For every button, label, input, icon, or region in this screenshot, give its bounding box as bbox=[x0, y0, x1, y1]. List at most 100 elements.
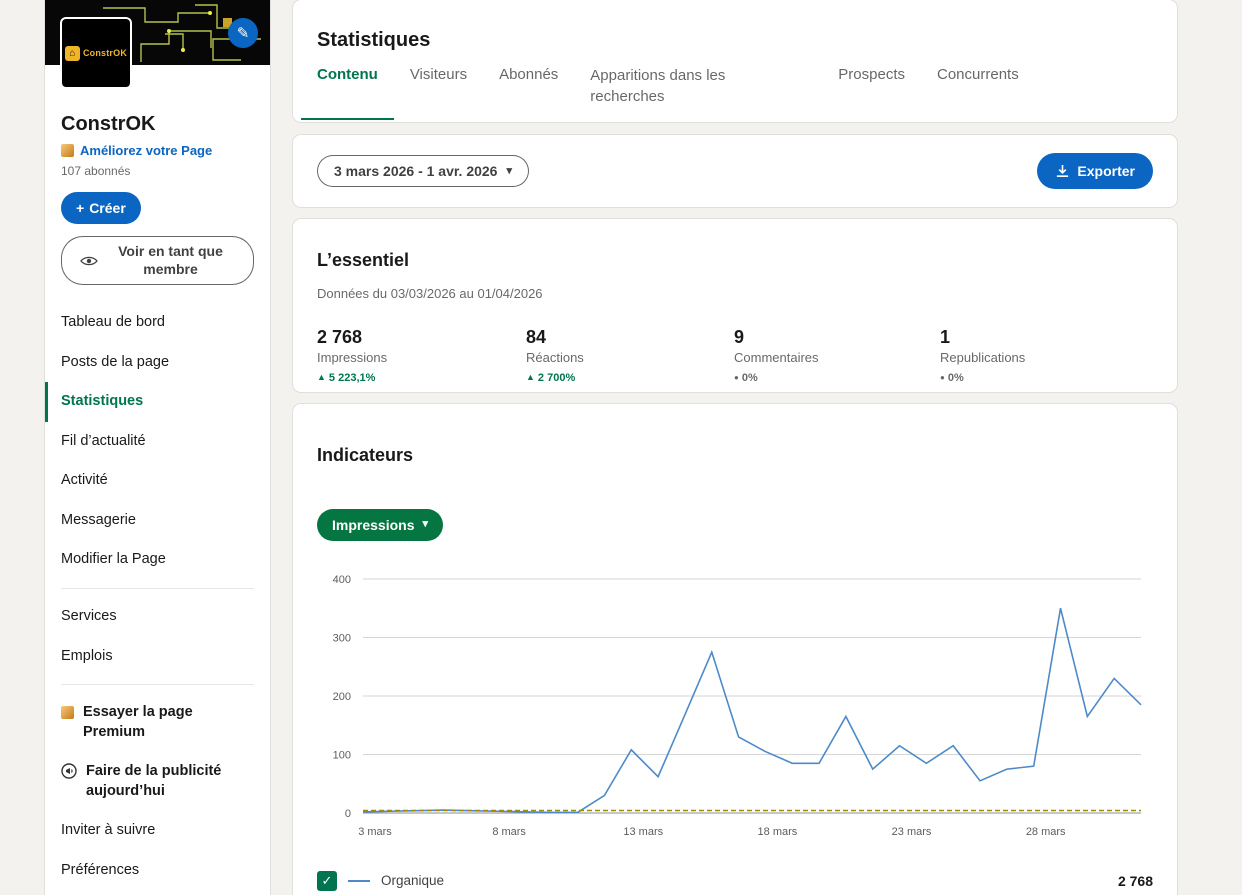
chevron-down-icon: ▾ bbox=[506, 164, 512, 177]
divider bbox=[61, 684, 254, 686]
svg-text:100: 100 bbox=[333, 749, 351, 761]
essentials-title: L’essentiel bbox=[317, 249, 410, 270]
chart-legend: ✓ Organique 2 768 bbox=[317, 870, 1153, 891]
sidebar-item-inviter-a-suivre[interactable]: Inviter à suivre bbox=[45, 811, 270, 851]
view-as-member-button[interactable]: Voir en tant que membre bbox=[61, 236, 254, 285]
date-range-label: 3 mars 2026 - 1 avr. 2026 bbox=[334, 163, 498, 179]
sidebar-item-services[interactable]: Services bbox=[45, 597, 270, 637]
metric-reactions: 84 Réactions ▲ 2 700% bbox=[526, 327, 734, 384]
organique-line-sample bbox=[348, 879, 370, 882]
logo-house-icon: ⌂ bbox=[64, 45, 80, 61]
impressions-line-chart: 0 100 200 300 400 3 mars 8 mars 13 mars 18 mars 2… bbox=[333, 574, 1142, 838]
plus-icon: + bbox=[76, 200, 85, 216]
ads-icon bbox=[61, 763, 77, 779]
date-range-picker[interactable]: 3 mars 2026 - 1 avr. 2026 ▾ bbox=[317, 155, 529, 187]
metrics-row: 2 768 Impressions ▲ 5 223,1% 84 Réaction… bbox=[317, 327, 1153, 384]
svg-text:8 mars: 8 mars bbox=[492, 826, 526, 838]
metric-value: 84 bbox=[526, 326, 547, 347]
indicators-title: Indicateurs bbox=[317, 444, 414, 465]
metric-republications: 1 Republications ● 0% bbox=[940, 327, 1153, 384]
organique-checkbox[interactable]: ✓ bbox=[317, 870, 337, 891]
create-label: Créer bbox=[89, 200, 126, 216]
filter-card: 3 mars 2026 - 1 avr. 2026 ▾ Exporter bbox=[293, 135, 1177, 207]
metric-delta: ● 0% bbox=[734, 371, 758, 384]
svg-text:13 mars: 13 mars bbox=[623, 826, 663, 838]
essentials-subtitle: Données du 03/03/2026 au 01/04/2026 bbox=[317, 285, 543, 301]
svg-text:200: 200 bbox=[333, 691, 351, 703]
indicators-card: Indicateurs Impressions ▾ 0 100 200 300 400 3… bbox=[293, 404, 1177, 895]
page-logo: ⌂ ConstrOK bbox=[60, 17, 132, 89]
sidebar-item-essayer-premium[interactable]: Essayer la page Premium bbox=[45, 693, 270, 752]
metric-selector-dropdown[interactable]: Impressions ▾ bbox=[317, 508, 444, 541]
sidebar-item-messagerie[interactable]: Messagerie bbox=[45, 501, 270, 541]
metric-commentaires: 9 Commentaires ● 0% bbox=[734, 327, 940, 384]
upgrade-page-link[interactable]: Améliorez votre Page bbox=[61, 143, 254, 158]
sidebar-item-activite[interactable]: Activité bbox=[45, 461, 270, 501]
check-icon: ✓ bbox=[321, 872, 333, 888]
sidebar-nav: Tableau de bord Posts de la page Statist… bbox=[45, 303, 270, 890]
edit-cover-button[interactable]: ✎ bbox=[228, 18, 258, 48]
tab-apparitions-recherches[interactable]: Apparitions dans les recherches bbox=[574, 66, 766, 120]
create-button[interactable]: + Créer bbox=[61, 192, 141, 224]
export-label: Exporter bbox=[1077, 163, 1135, 179]
tab-contenu[interactable]: Contenu bbox=[301, 66, 394, 120]
metric-label: Réactions bbox=[526, 349, 584, 365]
followers-count: 107 abonnés bbox=[61, 164, 131, 178]
page-title: Statistiques bbox=[317, 29, 431, 52]
tab-visiteurs[interactable]: Visiteurs bbox=[394, 66, 483, 120]
legend-label: Organique bbox=[381, 873, 445, 889]
svg-text:300: 300 bbox=[333, 632, 351, 644]
svg-text:23 mars: 23 mars bbox=[892, 826, 932, 838]
svg-text:18 mars: 18 mars bbox=[758, 826, 798, 838]
svg-text:3 mars: 3 mars bbox=[358, 826, 392, 838]
premium-icon bbox=[61, 706, 74, 720]
tab-concurrents[interactable]: Concurrents bbox=[921, 66, 1035, 120]
metric-value: 1 bbox=[940, 326, 951, 347]
sidebar-item-faire-publicite[interactable]: Faire de la publicité aujourd’hui bbox=[45, 752, 270, 811]
svg-text:0: 0 bbox=[345, 808, 351, 820]
logo-text: ConstrOK bbox=[82, 48, 128, 58]
view-as-member-label: Voir en tant que membre bbox=[118, 243, 223, 277]
metric-value: 9 bbox=[734, 326, 745, 347]
metric-label: Republications bbox=[940, 349, 1026, 365]
export-button[interactable]: Exporter bbox=[1037, 153, 1153, 189]
tab-abonnes[interactable]: Abonnés bbox=[483, 66, 574, 120]
trend-up-icon: ▲ bbox=[526, 372, 535, 383]
statistics-tabs: Contenu Visiteurs Abonnés Apparitions da… bbox=[301, 66, 1153, 120]
premium-label: Essayer la page Premium bbox=[83, 704, 193, 740]
trend-flat-icon: ● bbox=[734, 372, 739, 382]
metric-label: Impressions bbox=[317, 349, 388, 365]
trend-flat-icon: ● bbox=[940, 372, 945, 382]
metric-delta: ▲ 5 223,1% bbox=[317, 371, 376, 384]
sidebar-item-posts-de-la-page[interactable]: Posts de la page bbox=[45, 343, 270, 383]
metric-delta: ● 0% bbox=[940, 371, 964, 384]
statistics-header-card: Statistiques Contenu Visiteurs Abonnés A… bbox=[293, 0, 1177, 122]
linkedin-page-admin: ✎ ⌂ ConstrOK ConstrOK Améliorez votre Pa… bbox=[0, 0, 1242, 895]
sidebar-item-emplois[interactable]: Emplois bbox=[45, 637, 270, 677]
sidebar: ✎ ⌂ ConstrOK ConstrOK Améliorez votre Pa… bbox=[45, 0, 270, 895]
tab-prospects[interactable]: Prospects bbox=[822, 66, 921, 120]
metric-selector-label: Impressions bbox=[332, 516, 415, 533]
legend-total: 2 768 bbox=[1117, 872, 1153, 889]
upgrade-label: Améliorez votre Page bbox=[80, 143, 213, 158]
page-name: ConstrOK bbox=[61, 113, 156, 135]
download-icon bbox=[1057, 164, 1069, 177]
pencil-icon: ✎ bbox=[236, 25, 250, 42]
chevron-down-icon: ▾ bbox=[422, 518, 429, 531]
svg-text:400: 400 bbox=[333, 574, 351, 586]
sidebar-item-modifier-la-page[interactable]: Modifier la Page bbox=[45, 540, 270, 580]
ads-label: Faire de la publicité aujourd’hui bbox=[86, 763, 222, 799]
sidebar-item-tableau-de-bord[interactable]: Tableau de bord bbox=[45, 303, 270, 343]
page-info: ConstrOK Améliorez votre Page 107 abonné… bbox=[45, 65, 270, 285]
metric-impressions: 2 768 Impressions ▲ 5 223,1% bbox=[317, 327, 526, 384]
sidebar-item-preferences[interactable]: Préférences bbox=[45, 851, 270, 891]
divider bbox=[61, 587, 254, 589]
sidebar-item-fil-actualite[interactable]: Fil d’actualité bbox=[45, 422, 270, 462]
metric-value: 2 768 bbox=[317, 326, 363, 347]
eye-icon bbox=[79, 256, 98, 265]
trend-up-icon: ▲ bbox=[317, 372, 326, 383]
premium-icon bbox=[61, 144, 74, 157]
sidebar-item-statistiques[interactable]: Statistiques bbox=[45, 382, 270, 422]
metric-delta: ▲ 2 700% bbox=[526, 371, 576, 384]
essentials-card: L’essentiel Données du 03/03/2026 au 01/… bbox=[293, 219, 1177, 392]
